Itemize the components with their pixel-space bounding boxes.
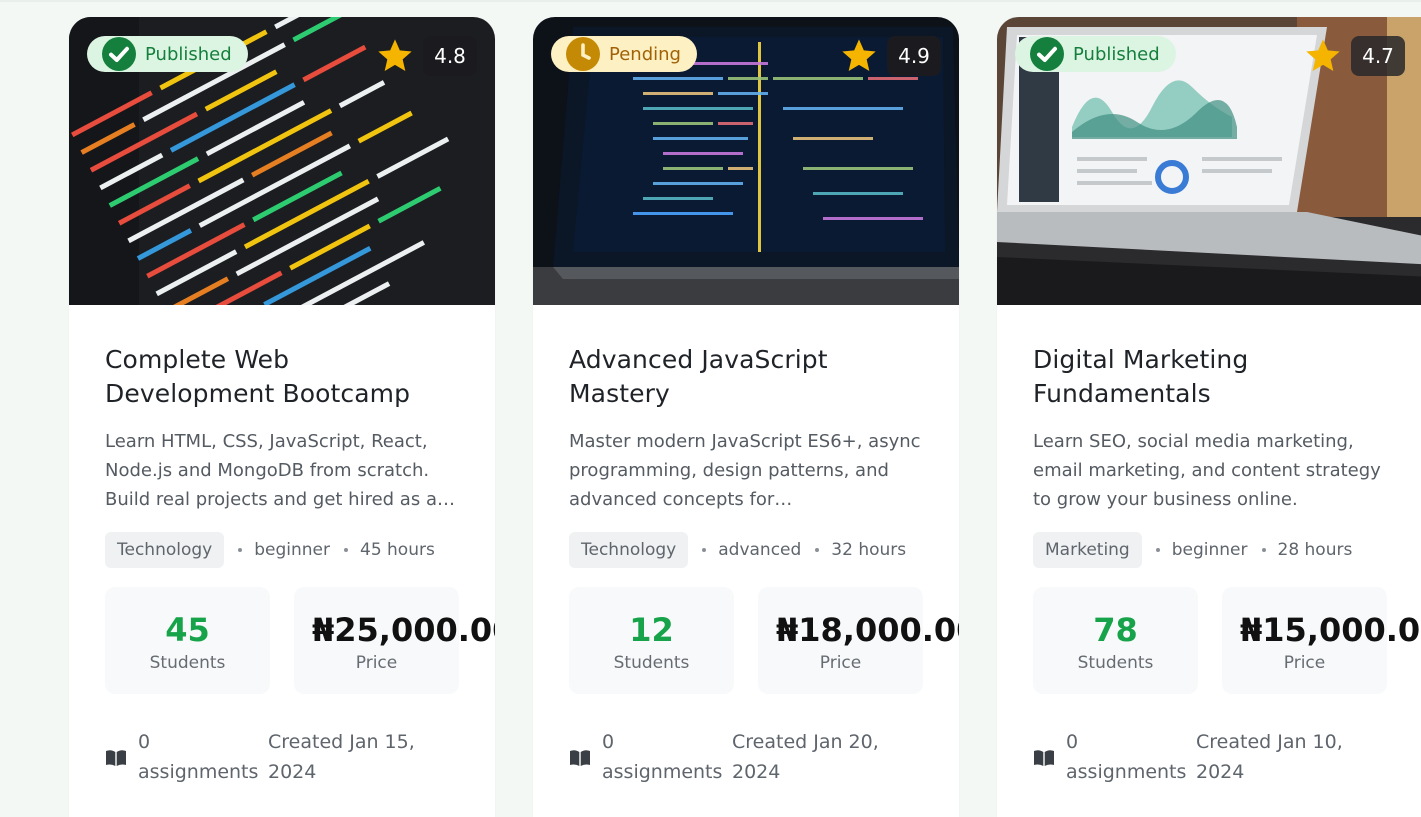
price-stat: ₦15,000.00 Price <box>1222 587 1421 694</box>
level-label: advanced <box>718 540 802 560</box>
rating-value: 4.8 <box>423 36 477 76</box>
separator-dot <box>815 548 820 552</box>
assignments-count: 0 assignments <box>602 731 723 783</box>
rating: 4.7 <box>1303 36 1405 76</box>
separator-dot <box>1261 548 1266 552</box>
category-tag: Technology <box>569 532 689 568</box>
students-stat: 12 Students <box>569 587 734 694</box>
clock-icon <box>566 37 600 71</box>
course-card[interactable]: Published 4.8 Complete Web Development B… <box>69 17 495 817</box>
assignments-count: 0 assignments <box>1066 731 1187 783</box>
check-circle-icon <box>102 37 136 71</box>
star-icon <box>842 39 876 71</box>
course-title[interactable]: Digital Marketing Fundamentals <box>1033 343 1393 411</box>
status-label: Published <box>1073 43 1160 65</box>
course-grid: Published 4.8 Complete Web Development B… <box>69 17 1421 817</box>
level-label: beginner <box>1171 540 1248 560</box>
course-meta: Technology beginner 45 hours <box>105 532 465 568</box>
course-cover-image: Published 4.7 <box>997 17 1421 305</box>
duration-label: 28 hours <box>1277 540 1353 560</box>
course-meta: Technology advanced 32 hours <box>569 532 929 568</box>
separator-dot <box>702 548 707 552</box>
created-date: Created Jan 10, 2024 <box>1196 731 1343 783</box>
course-footer: 0 assignments Created Jan 10, 2024 <box>1033 727 1421 797</box>
price-value: ₦15,000.00 <box>1240 611 1421 649</box>
price-value: ₦18,000.00 <box>776 611 959 649</box>
duration-label: 45 hours <box>360 540 435 560</box>
top-divider <box>0 0 1421 2</box>
created-date: Created Jan 20, 2024 <box>732 731 879 783</box>
students-label: Students <box>613 653 690 673</box>
students-stat: 45 Students <box>105 587 270 694</box>
course-description: Master modern JavaScript ES6+, async pro… <box>569 431 921 510</box>
students-count: 45 <box>165 611 210 649</box>
created-date: Created Jan 15, 2024 <box>268 731 415 783</box>
course-footer: 0 assignments Created Jan 20, 2024 <box>569 727 959 797</box>
course-cover-image: Pending 4.9 <box>533 17 959 305</box>
course-description: Learn HTML, CSS, JavaScript, React, Node… <box>105 431 455 510</box>
course-title[interactable]: Complete Web Development Bootcamp <box>105 343 465 411</box>
students-label: Students <box>1077 653 1154 673</box>
duration-label: 32 hours <box>831 540 907 560</box>
separator-dot <box>344 548 348 552</box>
assignments-count: 0 assignments <box>138 731 259 783</box>
course-stats: 12 Students ₦18,000.00 Price <box>569 587 959 695</box>
rating-value: 4.9 <box>887 36 941 76</box>
course-meta: Marketing beginner 28 hours <box>1033 532 1393 568</box>
check-circle-icon <box>1030 37 1064 71</box>
status-badge: Published <box>1015 36 1176 72</box>
course-body: Advanced JavaScript Mastery Master moder… <box>569 305 959 783</box>
price-label: Price <box>1283 653 1326 673</box>
course-title[interactable]: Advanced JavaScript Mastery <box>569 343 929 411</box>
level-label: beginner <box>254 540 330 560</box>
course-cover-image: Published 4.8 <box>69 17 495 305</box>
course-stats: 45 Students ₦25,000.00 Price <box>105 587 495 695</box>
course-stats: 78 Students ₦15,000.00 Price <box>1033 587 1421 695</box>
rating: 4.8 <box>375 36 477 76</box>
price-stat: ₦25,000.00 Price <box>294 587 495 694</box>
book-open-icon <box>570 750 590 766</box>
star-icon <box>378 39 412 71</box>
book-open-icon <box>1034 750 1054 766</box>
price-value: ₦25,000.00 <box>312 611 495 649</box>
price-stat: ₦18,000.00 Price <box>758 587 959 694</box>
course-card[interactable]: Pending 4.9 Advanced JavaScript Mastery … <box>533 17 959 817</box>
price-label: Price <box>819 653 862 673</box>
category-tag: Marketing <box>1033 532 1142 568</box>
course-description: Learn SEO, social media marketing, email… <box>1033 431 1381 510</box>
course-card[interactable]: Published 4.7 Digital Marketing Fundamen… <box>997 17 1421 817</box>
students-stat: 78 Students <box>1033 587 1198 694</box>
separator-dot <box>1155 548 1160 552</box>
course-body: Digital Marketing Fundamentals Learn SEO… <box>1033 305 1421 783</box>
rating-value: 4.7 <box>1351 36 1405 76</box>
students-label: Students <box>149 653 226 673</box>
star-icon <box>1306 39 1340 71</box>
rating: 4.9 <box>839 36 941 76</box>
separator-dot <box>238 548 243 552</box>
category-tag: Technology <box>105 532 225 568</box>
status-badge: Published <box>87 36 248 72</box>
price-label: Price <box>355 653 398 673</box>
status-label: Pending <box>609 43 681 65</box>
students-count: 12 <box>629 611 674 649</box>
course-footer: 0 assignments Created Jan 15, 2024 <box>105 727 495 797</box>
students-count: 78 <box>1093 611 1138 649</box>
book-open-icon <box>106 750 126 766</box>
status-label: Published <box>145 43 232 65</box>
course-body: Complete Web Development Bootcamp Learn … <box>105 305 495 783</box>
status-badge: Pending <box>551 36 697 72</box>
